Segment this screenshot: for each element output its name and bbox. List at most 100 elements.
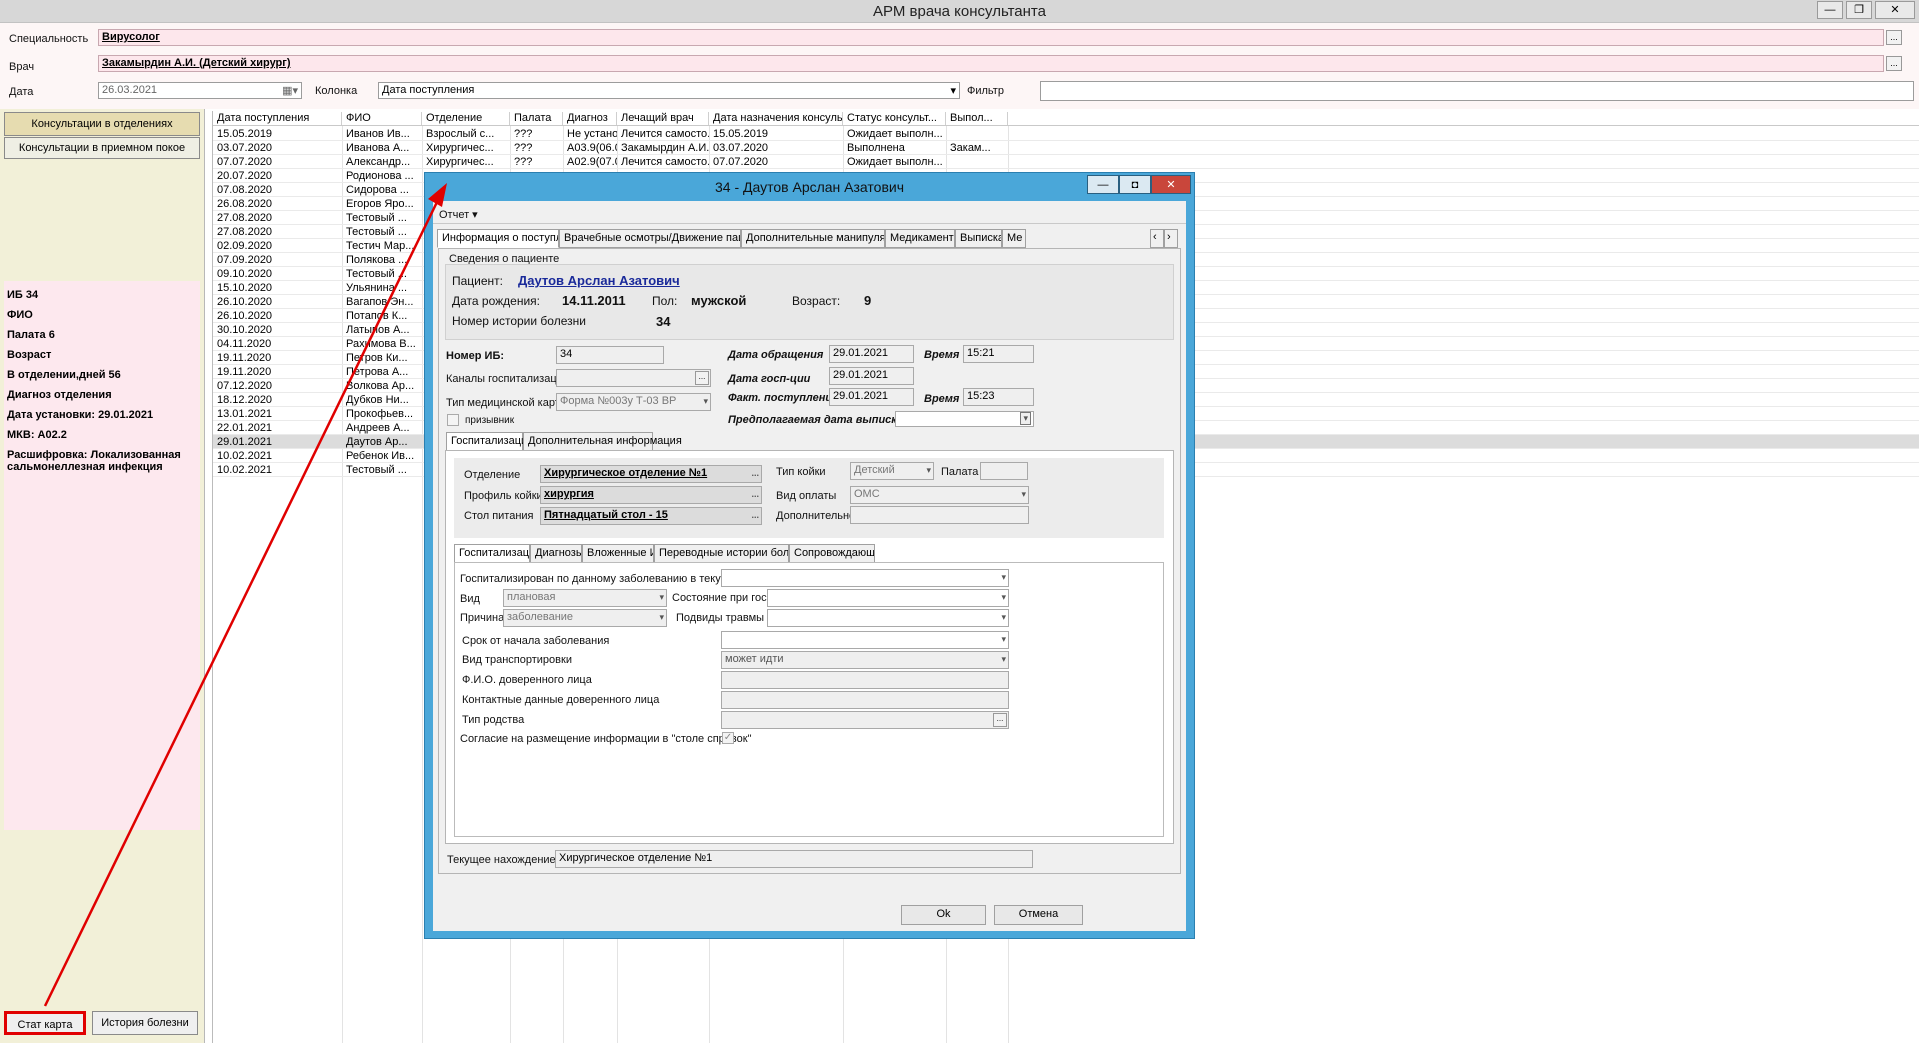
grid-header-cell[interactable]: Выпол...: [946, 112, 1008, 125]
dialog-tab[interactable]: Врачебные осмотры/Движение пациента: [559, 229, 741, 248]
table-cell: 18.12.2020: [217, 394, 273, 406]
transport-select[interactable]: может идти ▾: [721, 651, 1009, 669]
channels-label: Каналы госпитализации: [446, 373, 569, 385]
grid-header-cell[interactable]: Палата: [510, 112, 563, 125]
info-days: В отделении,дней 56: [7, 369, 121, 381]
channels-input[interactable]: ...: [556, 369, 711, 387]
specialty-field[interactable]: Вирусолог: [98, 29, 1884, 46]
grid-header-cell[interactable]: Дата поступления: [213, 112, 342, 125]
close-button[interactable]: ✕: [1875, 1, 1915, 19]
table-row[interactable]: 15.05.2019 Иванов Ив... Взрослый с...??? Не…: [213, 127, 1919, 141]
chevron-down-icon: ▾: [1001, 612, 1006, 622]
grid-header-cell[interactable]: Отделение: [422, 112, 510, 125]
ok-button[interactable]: Ok: [901, 905, 986, 925]
grid-header-cell[interactable]: Статус консульт...: [843, 112, 946, 125]
dialog-tab[interactable]: Информация о поступлении: [437, 229, 559, 248]
filter-bar: Специальность Вирусолог ... Врач Закамыр…: [0, 23, 1919, 109]
department-box: Отделение Хирургическое отделение №1... …: [454, 458, 1164, 538]
inner-tab[interactable]: Переводные истории болезни: [654, 544, 789, 563]
visit-date-input[interactable]: 29.01.2021: [829, 345, 914, 363]
fact-admission-label: Факт. поступление: [728, 392, 839, 404]
department-input[interactable]: Хирургическое отделение №1...: [540, 465, 762, 483]
browse-icon[interactable]: ...: [751, 510, 759, 520]
table-cell: Тестовый ...: [346, 226, 407, 238]
state-select[interactable]: ▾: [767, 589, 1009, 607]
doctor-browse-button[interactable]: ...: [1886, 56, 1902, 71]
grid-header-cell[interactable]: Диагноз: [563, 112, 617, 125]
table-cell: Петрова А...: [346, 366, 409, 378]
location-input[interactable]: Хирургическое отделение №1: [555, 850, 1033, 868]
grid-header-cell[interactable]: ФИО: [342, 112, 422, 125]
bed-profile-input[interactable]: хирургия...: [540, 486, 762, 504]
browse-icon[interactable]: ...: [751, 489, 759, 499]
dept-consultations-button[interactable]: Консультации в отделениях: [4, 112, 200, 136]
table-row[interactable]: 03.07.2020 Иванова А... Хирургичес...??? A0…: [213, 141, 1919, 155]
inner-tab[interactable]: Диагнозы: [530, 544, 582, 563]
dialog-tab[interactable]: Дополнительные манипуляции: [741, 229, 885, 248]
patient-name-link[interactable]: Даутов Арслан Азатович: [518, 273, 680, 288]
payment-select[interactable]: ОМС ▾: [850, 486, 1029, 504]
minimize-button[interactable]: —: [1817, 1, 1843, 19]
onset-select[interactable]: ▾: [721, 631, 1009, 649]
table-cell: 20.07.2020: [217, 170, 273, 182]
grid-header-cell[interactable]: Лечащий врач: [617, 112, 709, 125]
injury-select[interactable]: ▾: [767, 609, 1009, 627]
doctor-value: Закамырдин А.И. (Детский хирург): [102, 57, 291, 69]
reason-select[interactable]: заболевание ▾: [503, 609, 667, 627]
inner-tab[interactable]: Госпитализация: [454, 544, 530, 563]
medical-history-button[interactable]: История болезни: [92, 1011, 198, 1035]
filter-input[interactable]: [1040, 81, 1914, 101]
dialog-tab[interactable]: Медикаменты: [885, 229, 955, 248]
doctor-field[interactable]: Закамырдин А.И. (Детский хирург): [98, 55, 1884, 72]
stat-card-button[interactable]: Стат карта: [4, 1011, 86, 1035]
transport-label: Вид транспортировки: [462, 654, 572, 666]
kinship-input[interactable]: ...: [721, 711, 1009, 729]
kind-select[interactable]: плановая ▾: [503, 589, 667, 607]
calendar-dropdown-icon[interactable]: ▾: [1020, 412, 1031, 425]
history-number-label: Номер истории болезни: [452, 314, 586, 328]
dialog-minimize-button[interactable]: —: [1087, 175, 1119, 194]
date-value: 26.03.2021: [102, 84, 158, 96]
chevron-down-icon: ▾: [1001, 572, 1006, 582]
reception-consultations-button[interactable]: Консультации в приемном покое: [4, 137, 200, 159]
dialog-maximize-button[interactable]: ◘: [1119, 175, 1151, 194]
specialty-browse-button[interactable]: ...: [1886, 30, 1902, 45]
tab-scroll-right-button[interactable]: ›: [1164, 229, 1178, 248]
injury-label: Подвиды травмы: [676, 612, 765, 624]
calendar-icon[interactable]: ▦▾: [282, 84, 298, 97]
trustee-input[interactable]: [721, 671, 1009, 689]
cancel-button[interactable]: Отмена: [994, 905, 1083, 925]
dialog-tab[interactable]: Выписка: [955, 229, 1002, 248]
hosp-this-year-select[interactable]: ▾: [721, 569, 1009, 587]
card-type-select[interactable]: Форма №003у Т-03 ВР ▾: [556, 393, 711, 411]
hosp-date-input[interactable]: 29.01.2021: [829, 367, 914, 385]
conscript-checkbox[interactable]: [447, 414, 459, 426]
ward-input[interactable]: [980, 462, 1028, 480]
dialog-tab[interactable]: Ме: [1002, 229, 1026, 248]
dialog-close-button[interactable]: ✕: [1151, 175, 1191, 194]
fact-time-input[interactable]: 15:23: [963, 388, 1034, 406]
table-cell: Ожидает выполн...: [847, 156, 943, 168]
table-cell: 07.12.2020: [217, 380, 273, 392]
fact-date-input[interactable]: 29.01.2021: [829, 388, 914, 406]
inner-tab[interactable]: Сопровождающие: [789, 544, 875, 563]
report-menu[interactable]: Отчет ▾: [439, 208, 478, 221]
visit-time-input[interactable]: 15:21: [963, 345, 1034, 363]
extra-input[interactable]: [850, 506, 1029, 524]
consent-checkbox[interactable]: ✓: [722, 732, 734, 744]
date-field[interactable]: 26.03.2021 ▦▾: [98, 82, 302, 99]
tab-scroll-left-button[interactable]: ‹: [1150, 229, 1164, 248]
sub-tab[interactable]: Госпитализация: [446, 432, 533, 451]
restore-button[interactable]: ❐: [1846, 1, 1872, 19]
inner-tab[interactable]: Вложенные ИБ: [582, 544, 654, 563]
grid-header-cell[interactable]: Дата назначения консульта...: [709, 112, 843, 125]
ib-input[interactable]: 34: [556, 346, 664, 364]
table-row[interactable]: 07.07.2020 Александр... Хирургичес...??? A0…: [213, 155, 1919, 169]
column-select[interactable]: Дата поступления ▾: [378, 82, 960, 99]
diet-input[interactable]: Пятнадцатый стол - 15...: [540, 507, 762, 525]
sub-tab[interactable]: Дополнительная информация: [523, 432, 682, 451]
discharge-date-input[interactable]: ▾: [895, 411, 1034, 427]
browse-icon[interactable]: ...: [751, 468, 759, 478]
bed-type-select[interactable]: Детский ▾: [850, 462, 934, 480]
contacts-input[interactable]: [721, 691, 1009, 709]
